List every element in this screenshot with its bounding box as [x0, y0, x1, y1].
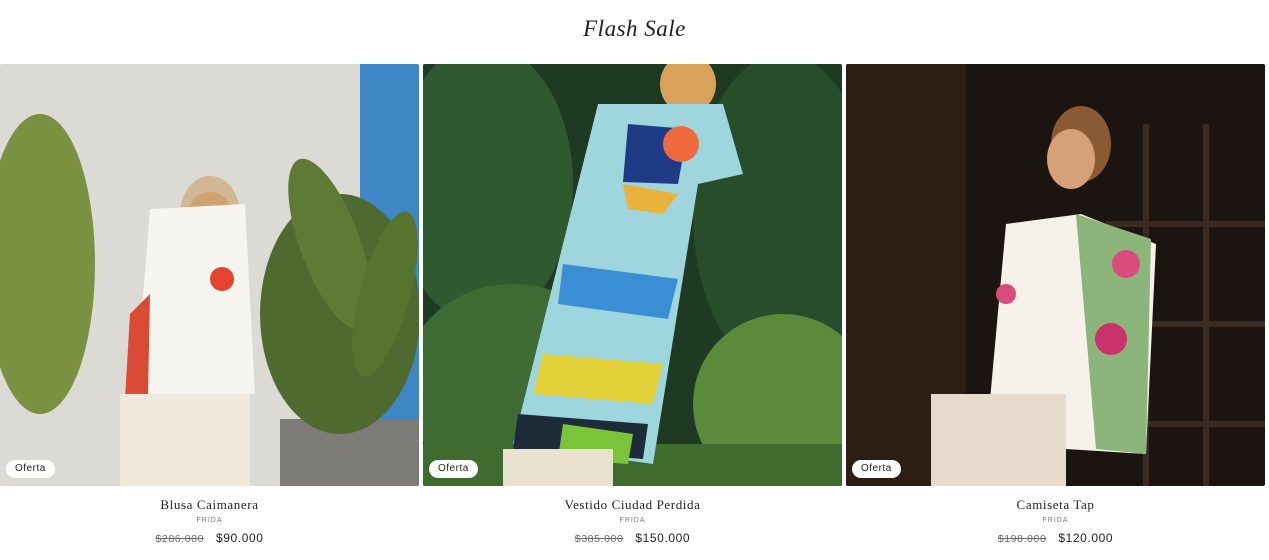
- product-title[interactable]: Vestido Ciudad Perdida: [423, 497, 842, 512]
- product-vendor: FRIDA: [196, 517, 223, 524]
- price-row: $385.000 $150.000: [423, 531, 842, 545]
- sale-price: $150.000: [635, 531, 691, 545]
- product-grid: Oferta Blusa Caimanera FRIDA $286.000 $9…: [0, 64, 1269, 545]
- price-row: $286.000 $90.000: [0, 531, 419, 545]
- compare-price: $385.000: [574, 533, 624, 545]
- product-card[interactable]: Oferta Blusa Caimanera FRIDA $286.000 $9…: [0, 64, 419, 545]
- product-image[interactable]: Oferta: [0, 64, 419, 486]
- product-photo-vestido-ciudad-perdida: [423, 64, 842, 486]
- product-photo-camiseta-tap: [846, 64, 1265, 486]
- compare-price: $286.000: [155, 533, 205, 545]
- product-title[interactable]: Blusa Caimanera: [0, 497, 419, 512]
- sale-badge: Oferta: [6, 460, 55, 478]
- section-title: Flash Sale: [583, 16, 686, 41]
- product-vendor: FRIDA: [1042, 517, 1069, 524]
- sale-price: $120.000: [1058, 531, 1114, 545]
- product-image[interactable]: Oferta: [423, 64, 842, 486]
- product-title[interactable]: Camiseta Tap: [846, 497, 1265, 512]
- sale-badge: Oferta: [852, 460, 901, 478]
- compare-price: $198.000: [997, 533, 1047, 545]
- product-vendor: FRIDA: [619, 517, 646, 524]
- product-image[interactable]: Oferta: [846, 64, 1265, 486]
- product-photo-blusa-caimanera: [0, 64, 419, 486]
- product-card[interactable]: Oferta Vestido Ciudad Perdida FRIDA $385…: [423, 64, 842, 545]
- sale-badge: Oferta: [429, 460, 478, 478]
- sale-price: $90.000: [215, 531, 264, 545]
- product-card[interactable]: Oferta Camiseta Tap FRIDA $198.000 $120.…: [846, 64, 1265, 545]
- price-row: $198.000 $120.000: [846, 531, 1265, 545]
